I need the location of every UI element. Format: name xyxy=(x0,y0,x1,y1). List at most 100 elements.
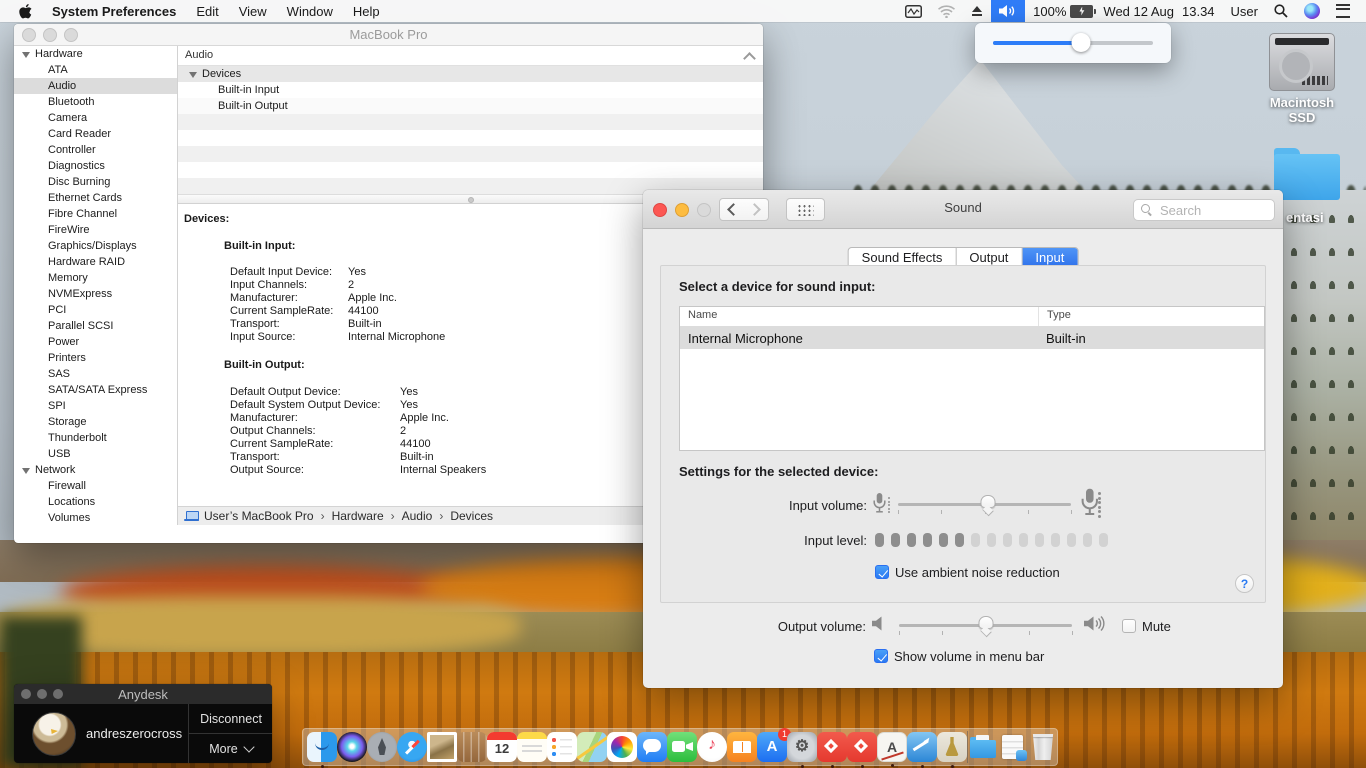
dock-siri-icon[interactable] xyxy=(337,732,367,762)
anydesk-titlebar[interactable]: Anydesk xyxy=(14,684,272,704)
dock-launchpad-icon[interactable] xyxy=(367,732,397,762)
breadcrumb-item-audio[interactable]: Audio xyxy=(402,509,433,523)
eject-status-item[interactable] xyxy=(963,0,991,22)
sidebar-item-ata[interactable]: ATA xyxy=(14,62,177,78)
dock-calendar-icon[interactable]: 12 xyxy=(487,732,517,762)
sidebar-item-disc-burning[interactable]: Disc Burning xyxy=(14,174,177,190)
volume-status-item[interactable] xyxy=(991,0,1025,22)
dock-trash-icon[interactable] xyxy=(1028,732,1058,762)
disconnect-button[interactable]: Disconnect xyxy=(189,704,272,733)
dock-drafting-icon[interactable]: A xyxy=(877,732,907,762)
menu-help[interactable]: Help xyxy=(344,0,389,22)
dock-flask-icon[interactable] xyxy=(937,732,967,762)
dock-powergadget-icon[interactable] xyxy=(907,732,937,762)
sidebar-item-power[interactable]: Power xyxy=(14,334,177,350)
minimize-button[interactable] xyxy=(43,28,57,42)
dock-safari-icon[interactable] xyxy=(397,732,427,762)
dock-maps-icon[interactable] xyxy=(577,732,607,762)
sidebar-item-firewall[interactable]: Firewall xyxy=(14,478,177,494)
dock-anydesk-icon[interactable] xyxy=(817,732,847,762)
dock-ibooks-icon[interactable] xyxy=(727,732,757,762)
sidebar-item-parallel-scsi[interactable]: Parallel SCSI xyxy=(14,318,177,334)
help-button[interactable]: ? xyxy=(1235,574,1254,593)
sidebar-item-firewire[interactable]: FireWire xyxy=(14,222,177,238)
sidebar-item-hardware[interactable]: Hardware xyxy=(14,46,177,62)
dock-photos-icon[interactable] xyxy=(607,732,637,762)
sidebar-item-sas[interactable]: SAS xyxy=(14,366,177,382)
dock-downloads-icon[interactable] xyxy=(968,732,998,762)
disclosure-triangle-icon[interactable] xyxy=(22,52,30,58)
minimize-button[interactable] xyxy=(37,689,47,699)
sysinfo-titlebar[interactable]: MacBook Pro xyxy=(14,24,763,46)
spotlight-item[interactable] xyxy=(1266,0,1296,22)
dock-reminders-icon[interactable] xyxy=(547,732,577,762)
breadcrumb-item-computer[interactable]: User’s MacBook Pro xyxy=(204,509,314,523)
breadcrumb-item-hardware[interactable]: Hardware xyxy=(332,509,384,523)
sidebar-item-memory[interactable]: Memory xyxy=(14,270,177,286)
dock-sysprefs-icon[interactable]: ⚙ xyxy=(787,732,817,762)
apple-menu[interactable] xyxy=(10,0,41,22)
more-button[interactable]: More xyxy=(189,733,272,763)
siri-item[interactable] xyxy=(1296,0,1328,22)
desktop-icon-macintosh-ssd[interactable]: Macintosh SSD xyxy=(1258,33,1346,125)
close-button[interactable] xyxy=(21,689,31,699)
sidebar-item-locations[interactable]: Locations xyxy=(14,494,177,510)
sidebar-item-thunderbolt[interactable]: Thunderbolt xyxy=(14,430,177,446)
table-header[interactable]: Name Type xyxy=(680,307,1264,327)
dock-facetime-icon[interactable] xyxy=(667,732,697,762)
dock-notes-icon[interactable] xyxy=(517,732,547,762)
dock-itunes-icon[interactable]: ♪ xyxy=(697,732,727,762)
menu-bar[interactable]: System Preferences Edit View Window Help… xyxy=(0,0,1366,22)
breadcrumb-item-devices[interactable]: Devices xyxy=(450,509,493,523)
fast-user-switching[interactable]: User xyxy=(1223,0,1266,22)
table-row[interactable]: Internal Microphone Built-in xyxy=(680,327,1264,349)
ambient-noise-checkbox[interactable] xyxy=(875,565,889,579)
tree-item-built-in-input[interactable]: Built-in Input xyxy=(178,82,763,98)
sound-titlebar[interactable]: Sound xyxy=(643,190,1283,229)
splitter-handle[interactable] xyxy=(468,197,474,203)
disclosure-triangle-icon[interactable] xyxy=(189,72,197,78)
close-button[interactable] xyxy=(22,28,36,42)
column-header-name[interactable]: Name xyxy=(680,307,1039,326)
sidebar-item-bluetooth[interactable]: Bluetooth xyxy=(14,94,177,110)
menu-view[interactable]: View xyxy=(230,0,276,22)
dock[interactable]: 12 ♪ A1⚙ A xyxy=(302,728,1058,766)
tree-group-devices[interactable]: Devices xyxy=(178,66,763,82)
sidebar-item-graphics-displays[interactable]: Graphics/Displays xyxy=(14,238,177,254)
zoom-button[interactable] xyxy=(64,28,78,42)
input-volume-slider[interactable] xyxy=(898,494,1071,516)
input-device-table[interactable]: Name Type Internal Microphone Built-in xyxy=(679,306,1265,451)
sidebar-item-hardware-raid[interactable]: Hardware RAID xyxy=(14,254,177,270)
clock-time[interactable]: 13.34 xyxy=(1182,0,1223,22)
dock-appstore-icon[interactable]: A1 xyxy=(757,732,787,762)
zoom-button[interactable] xyxy=(53,689,63,699)
output-volume-slider[interactable] xyxy=(899,615,1072,637)
sidebar-item-ethernet-cards[interactable]: Ethernet Cards xyxy=(14,190,177,206)
volume-popup-slider[interactable] xyxy=(993,39,1153,47)
show-volume-checkbox[interactable] xyxy=(874,649,888,663)
sidebar-item-storage[interactable]: Storage xyxy=(14,414,177,430)
search-input[interactable] xyxy=(1158,201,1270,219)
slider-thumb[interactable] xyxy=(980,495,995,513)
sidebar-item-fibre-channel[interactable]: Fibre Channel xyxy=(14,206,177,222)
mute-checkbox[interactable] xyxy=(1122,619,1136,633)
sidebar-item-controller[interactable]: Controller xyxy=(14,142,177,158)
slider-thumb[interactable] xyxy=(978,616,993,634)
content-header[interactable]: Audio xyxy=(178,46,763,66)
disclosure-triangle-icon[interactable] xyxy=(22,468,30,474)
sidebar-item-audio[interactable]: Audio xyxy=(14,78,177,94)
collapse-chevron-icon[interactable] xyxy=(743,52,756,65)
sidebar-item-usb[interactable]: USB xyxy=(14,446,177,462)
clock-date[interactable]: Wed 12 Aug xyxy=(1095,0,1182,22)
sidebar-item-card-reader[interactable]: Card Reader xyxy=(14,126,177,142)
volume-popup[interactable] xyxy=(975,23,1171,63)
sidebar-item-pci[interactable]: PCI xyxy=(14,302,177,318)
app-menu-title[interactable]: System Preferences xyxy=(43,0,185,22)
sidebar-item-volumes[interactable]: Volumes xyxy=(14,510,177,525)
dock-messages-icon[interactable] xyxy=(637,732,667,762)
dock-photo-icon[interactable] xyxy=(427,732,457,762)
dock-docstack-icon[interactable] xyxy=(998,732,1028,762)
sidebar-item-spi[interactable]: SPI xyxy=(14,398,177,414)
menu-edit[interactable]: Edit xyxy=(187,0,227,22)
sidebar-item-printers[interactable]: Printers xyxy=(14,350,177,366)
